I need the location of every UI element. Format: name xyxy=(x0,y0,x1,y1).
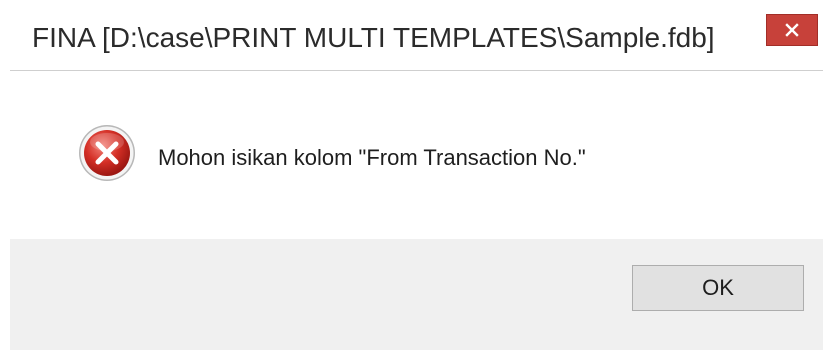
window-title: FINA [D:\case\PRINT MULTI TEMPLATES\Samp… xyxy=(32,22,715,53)
message-dialog: FINA [D:\case\PRINT MULTI TEMPLATES\Samp… xyxy=(0,0,833,350)
error-message: Mohon isikan kolom "From Transaction No.… xyxy=(158,145,586,170)
close-icon xyxy=(785,23,799,37)
error-icon xyxy=(78,124,136,182)
title-bar[interactable]: FINA [D:\case\PRINT MULTI TEMPLATES\Samp… xyxy=(0,0,833,70)
dialog-body: Mohon isikan kolom "From Transaction No.… xyxy=(10,70,823,350)
message-area: Mohon isikan kolom "From Transaction No.… xyxy=(10,71,823,239)
close-button[interactable] xyxy=(766,14,818,46)
button-bar: OK xyxy=(10,239,823,350)
ok-button[interactable]: OK xyxy=(632,265,804,311)
